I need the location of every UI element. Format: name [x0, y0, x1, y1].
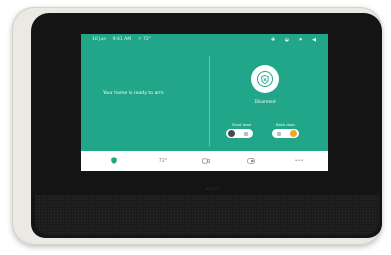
nav-camera[interactable]: [191, 151, 221, 171]
nav-thermostat[interactable]: 72°: [148, 151, 178, 171]
brightness-icon: ✷: [298, 37, 303, 43]
status-time: 9:41 AM: [112, 37, 132, 42]
unlocked-icon: [228, 130, 235, 137]
front-door-toggle[interactable]: [226, 129, 253, 138]
ready-message: Your home is ready to arm: [103, 91, 164, 96]
lock-icon: [247, 157, 255, 164]
nav-security[interactable]: [99, 151, 129, 171]
status-icons: ✚ ◒ ✷ ◀: [263, 34, 316, 47]
arm-button[interactable]: [251, 65, 279, 93]
back-door-toggle[interactable]: [272, 129, 299, 138]
product-photo: vivint 10 Jun 9:41 AM ☼ 72° ✚ ◒ ✷ ◀ Your…: [0, 0, 391, 255]
brand-mark: vivint: [206, 186, 220, 191]
shield-icon: [111, 157, 117, 164]
unlock-icon: [277, 131, 281, 136]
shield-icon: [261, 74, 269, 84]
camera-icon: [202, 158, 210, 163]
back-door-label: Back door: [276, 122, 296, 127]
bottom-nav: 72° •••: [81, 151, 328, 171]
arm-ring: [257, 71, 273, 87]
nav-more[interactable]: •••: [284, 151, 314, 171]
panel-divider: [209, 56, 210, 146]
speaker-grille: [35, 195, 379, 235]
lock-icon: [244, 131, 248, 136]
touchscreen: 10 Jun 9:41 AM ☼ 72° ✚ ◒ ✷ ◀ Your home i…: [81, 34, 328, 171]
nav-lock[interactable]: [236, 151, 266, 171]
wifi-icon: ◒: [284, 37, 290, 43]
locked-icon: [290, 130, 297, 137]
system-status: Disarmed: [254, 100, 276, 105]
volume-icon[interactable]: ◀: [312, 34, 316, 46]
status-weather: ☼ 72°: [137, 37, 152, 42]
status-bar: 10 Jun 9:41 AM ☼ 72° ✚ ◒ ✷ ◀: [81, 34, 328, 46]
network-icon: ✚: [271, 37, 276, 43]
status-info: 10 Jun 9:41 AM ☼ 72°: [92, 34, 156, 46]
front-door-label: Front door: [232, 122, 252, 127]
status-date: 10 Jun: [92, 37, 107, 42]
